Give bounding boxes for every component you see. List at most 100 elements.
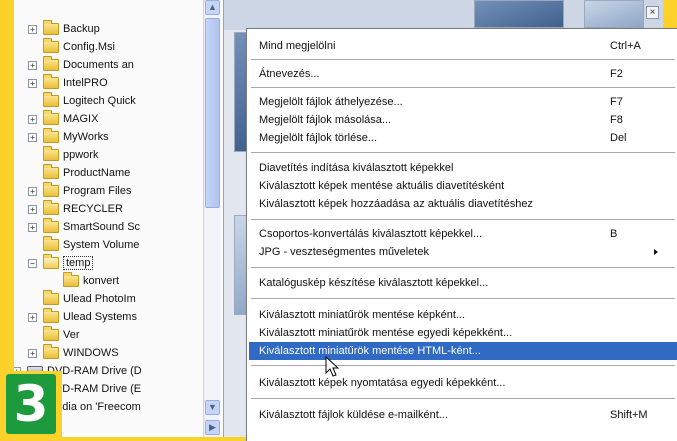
tree-item-ver[interactable]: Ver	[28, 326, 80, 344]
tree-item-productname[interactable]: ProductName	[28, 164, 130, 182]
tree-scrollbar[interactable]: ▲ ▼ ▶	[203, 0, 220, 437]
tree-item-magix[interactable]: + MAGIX	[28, 110, 98, 128]
menu-item-save-thumbs-html[interactable]: Kiválasztott miniatűrök mentése HTML-kén…	[249, 342, 677, 360]
folder-icon	[43, 146, 59, 161]
menu-item-copy-files[interactable]: Megjelölt fájlok másolása... F8	[249, 111, 677, 129]
expand-placeholder	[28, 241, 37, 250]
folder-icon	[43, 200, 59, 215]
tree-item-smartsound[interactable]: + SmartSound Sc	[28, 218, 140, 236]
collapse-icon[interactable]: −	[28, 258, 37, 268]
tree-item-program-files[interactable]: + Program Files	[28, 182, 131, 200]
menu-separator	[251, 87, 675, 88]
thumbnail-image[interactable]	[584, 0, 644, 28]
open-folder-icon	[43, 254, 59, 269]
expand-icon[interactable]: +	[28, 60, 37, 70]
tree-item-label: konvert	[83, 275, 120, 287]
folder-icon	[43, 128, 59, 143]
scroll-right-icon[interactable]: ▶	[205, 420, 220, 435]
menu-item-label: Megjelölt fájlok áthelyezése...	[259, 96, 403, 108]
expand-icon[interactable]: +	[28, 204, 37, 214]
menu-item-label: Kiválasztott képek hozzáadása az aktuáli…	[259, 198, 533, 210]
tree-item-recycler[interactable]: + RECYCLER	[28, 200, 123, 218]
menu-separator	[251, 365, 675, 366]
menu-item-save-thumbs-individual[interactable]: Kiválasztott miniatűrök mentése egyedi k…	[249, 324, 677, 342]
menu-item-jpg-lossless[interactable]: JPG - veszteségmentes műveletek	[249, 243, 677, 261]
folder-icon	[43, 74, 59, 89]
folder-icon	[43, 308, 59, 323]
expand-icon[interactable]: +	[28, 114, 37, 124]
menu-item-label: Kiválasztott képek mentése aktuális diav…	[259, 180, 505, 192]
expand-placeholder	[28, 97, 37, 106]
menu-item-shortcut: F8	[610, 114, 623, 126]
folder-icon	[43, 110, 59, 125]
menu-item-label: Katalóguskép készítése kiválasztott képe…	[259, 277, 489, 289]
menu-item-label: Kiválasztott fájlok küldése e-mailként..…	[259, 409, 448, 421]
tree-item-label: Logitech Quick	[63, 95, 136, 107]
tree-item-ulead-photoim[interactable]: Ulead PhotoIm	[28, 290, 136, 308]
thumbnail-image[interactable]	[474, 0, 564, 28]
menu-item-label: Kiválasztott miniatűrök mentése HTML-kén…	[259, 345, 481, 357]
tree-item-intelpro[interactable]: + IntelPRO	[28, 74, 108, 92]
menu-item-shortcut: B	[610, 228, 618, 240]
expand-icon[interactable]: +	[28, 348, 37, 358]
menu-item-label: Megjelölt fájlok másolása...	[259, 114, 392, 126]
folder-icon	[43, 182, 59, 197]
menu-item-label: Megjelölt fájlok törlése...	[259, 132, 377, 144]
scroll-down-icon[interactable]: ▼	[205, 400, 220, 415]
tree-item-windows[interactable]: + WINDOWS	[28, 344, 119, 362]
menu-item-print-individual[interactable]: Kiválasztott képek nyomtatása egyedi kép…	[249, 374, 677, 392]
tree-item-config-msi[interactable]: Config.Msi	[28, 38, 115, 56]
tree-item-label: Backup	[63, 23, 100, 35]
expand-icon[interactable]: +	[28, 78, 37, 88]
expand-placeholder	[28, 331, 37, 340]
tree-item-label: MyWorks	[63, 131, 109, 143]
expand-placeholder	[28, 169, 37, 178]
menu-item-save-thumbs-image[interactable]: Kiválasztott miniatűrök mentése képként.…	[249, 306, 677, 324]
menu-item-save-slideshow[interactable]: Kiválasztott képek mentése aktuális diav…	[249, 177, 677, 195]
tree-item-label: Documents an	[63, 59, 134, 71]
tree-item-system-volume[interactable]: System Volume	[28, 236, 139, 254]
expand-icon[interactable]: +	[28, 186, 37, 196]
tree-item-backup[interactable]: + Backup	[28, 20, 100, 38]
menu-item-delete-files[interactable]: Megjelölt fájlok törlése... Del	[249, 129, 677, 147]
tree-item-ppwork[interactable]: ppwork	[28, 146, 98, 164]
menu-item-start-slideshow[interactable]: Diavetítés indítása kiválasztott képekke…	[249, 159, 677, 177]
menu-item-label: Csoportos-konvertálás kiválasztott képek…	[259, 228, 483, 240]
folder-icon	[43, 56, 59, 71]
menu-item-catalog-image[interactable]: Katalóguskép készítése kiválasztott képe…	[249, 274, 677, 292]
expand-icon[interactable]: +	[28, 222, 37, 232]
menu-item-rename[interactable]: Átnevezés... F2	[249, 65, 677, 83]
menu-item-move-files[interactable]: Megjelölt fájlok áthelyezése... F7	[249, 93, 677, 111]
scroll-up-icon[interactable]: ▲	[205, 0, 220, 15]
tree-item-label: Config.Msi	[63, 41, 115, 53]
tree-item-documents[interactable]: + Documents an	[28, 56, 134, 74]
tree-item-label: SmartSound Sc	[63, 221, 141, 233]
folder-icon	[43, 20, 59, 35]
expand-icon[interactable]: +	[28, 312, 37, 322]
tree-item-temp[interactable]: − temp	[28, 254, 94, 272]
tree-item-ulead-systems[interactable]: + Ulead Systems	[28, 308, 137, 326]
menu-item-shortcut: Shift+M	[610, 409, 648, 421]
tree-item-label: System Volume	[63, 239, 140, 251]
menu-item-select-all[interactable]: Mind megjelölni Ctrl+A	[249, 37, 677, 55]
folder-icon	[63, 272, 79, 287]
menu-item-send-email[interactable]: Kiválasztott fájlok küldése e-mailként..…	[249, 406, 677, 424]
tree-item-label: ProductName	[63, 167, 131, 179]
expand-icon[interactable]: +	[28, 132, 37, 142]
tree-item-logitech[interactable]: Logitech Quick	[28, 92, 136, 110]
scroll-thumb[interactable]	[205, 18, 220, 208]
menu-separator	[251, 152, 675, 153]
tree-item-myworks[interactable]: + MyWorks	[28, 128, 109, 146]
menu-item-batch-convert[interactable]: Csoportos-konvertálás kiválasztott képek…	[249, 225, 677, 243]
folder-icon	[43, 92, 59, 107]
tree-item-label: Ver	[63, 329, 80, 341]
tree-item-konvert[interactable]: konvert	[48, 272, 119, 290]
expand-placeholder	[28, 151, 37, 160]
expand-placeholder	[48, 277, 57, 286]
expand-placeholder	[28, 295, 37, 304]
menu-item-add-to-slideshow[interactable]: Kiválasztott képek hozzáadása az aktuáli…	[249, 195, 677, 213]
menu-item-label: Kiválasztott képek nyomtatása egyedi kép…	[259, 377, 506, 389]
folder-icon	[43, 218, 59, 233]
close-icon[interactable]: ×	[646, 6, 659, 19]
expand-icon[interactable]: +	[28, 24, 37, 34]
